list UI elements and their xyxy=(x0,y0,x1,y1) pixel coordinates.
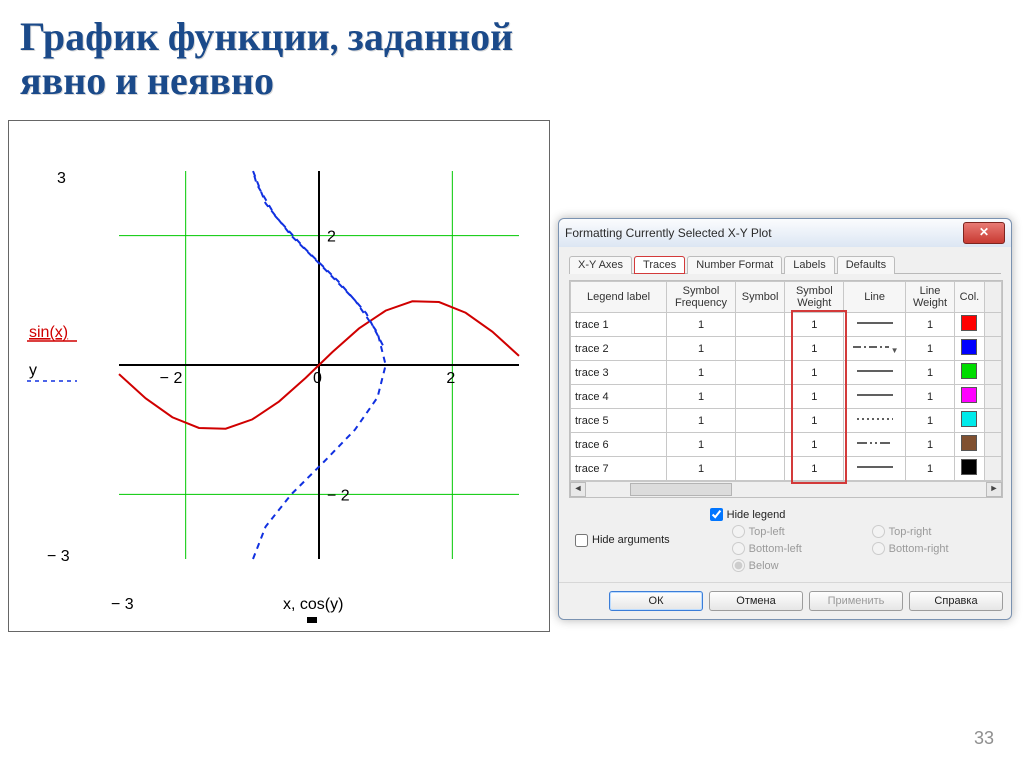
table-row[interactable]: trace 7111 xyxy=(571,457,1002,481)
svg-text:3: 3 xyxy=(57,170,66,187)
cancel-button[interactable]: Отмена xyxy=(709,591,803,611)
ok-button[interactable]: ОК xyxy=(609,591,703,611)
legend-position-radios: Top-left Top-right Bottom-left Bottom-ri… xyxy=(710,525,982,572)
tab-labels[interactable]: Labels xyxy=(784,256,834,274)
page-number: 33 xyxy=(974,728,994,749)
legend-pos-bottom-right[interactable]: Bottom-right xyxy=(872,542,982,555)
svg-text:x, cos(y): x, cos(y) xyxy=(283,596,343,613)
tab-number-format[interactable]: Number Format xyxy=(687,256,782,274)
legend-pos-bottom-left[interactable]: Bottom-left xyxy=(732,542,842,555)
svg-text:sin(x): sin(x) xyxy=(29,324,68,341)
format-plot-dialog: Formatting Currently Selected X-Y Plot ✕… xyxy=(558,218,1012,620)
apply-button[interactable]: Применить xyxy=(809,591,903,611)
hide-arguments-checkbox[interactable]: Hide arguments xyxy=(575,508,670,572)
dialog-button-row: ОК Отмена Применить Справка xyxy=(559,582,1011,619)
svg-text:y: y xyxy=(29,362,37,379)
table-row[interactable]: trace 211▼1 xyxy=(571,337,1002,361)
table-row[interactable]: trace 1111 xyxy=(571,313,1002,337)
help-button[interactable]: Справка xyxy=(909,591,1003,611)
options-row: Hide arguments Hide legend Top-left Top-… xyxy=(569,508,1001,572)
page-title: График функции, заданной явно и неявно xyxy=(20,15,513,103)
table-row[interactable]: trace 3111 xyxy=(571,361,1002,385)
svg-text:2: 2 xyxy=(446,370,455,387)
svg-text:− 2: − 2 xyxy=(327,487,350,504)
dialog-body: X-Y AxesTracesNumber FormatLabelsDefault… xyxy=(559,247,1011,582)
hide-legend-checkbox[interactable]: Hide legend xyxy=(710,508,982,521)
title-line-1: График функции, заданной xyxy=(20,14,513,60)
title-line-2: явно и неявно xyxy=(20,58,274,104)
dialog-titlebar[interactable]: Formatting Currently Selected X-Y Plot ✕ xyxy=(559,219,1011,247)
tab-strip: X-Y AxesTracesNumber FormatLabelsDefault… xyxy=(569,255,1001,274)
svg-text:− 3: − 3 xyxy=(111,596,134,613)
traces-grid[interactable]: Legend labelSymbolFrequencySymbolSymbolW… xyxy=(570,281,1002,481)
table-row[interactable]: trace 5111 xyxy=(571,409,1002,433)
svg-text:− 3: − 3 xyxy=(47,548,70,565)
svg-text:0: 0 xyxy=(313,370,322,387)
legend-pos-below[interactable]: Below xyxy=(732,559,842,572)
tab-traces[interactable]: Traces xyxy=(634,256,685,274)
close-button[interactable]: ✕ xyxy=(963,222,1005,244)
svg-text:2: 2 xyxy=(327,229,336,246)
scroll-left-icon[interactable]: ◄ xyxy=(570,482,586,497)
legend-pos-top-left[interactable]: Top-left xyxy=(732,525,842,538)
table-row[interactable]: trace 4111 xyxy=(571,385,1002,409)
grid-scrollbar[interactable]: ◄ ► xyxy=(570,481,1002,497)
dialog-title-text: Formatting Currently Selected X-Y Plot xyxy=(565,226,772,240)
tab-x-y-axes[interactable]: X-Y Axes xyxy=(569,256,632,274)
close-icon: ✕ xyxy=(979,225,989,239)
plot-region[interactable]: − 2 0 2 − 2 2 sin(x) y 3 − 3 − 3 x, cos(y) xyxy=(8,120,550,632)
legend-pos-top-right[interactable]: Top-right xyxy=(872,525,982,538)
traces-grid-wrap: Legend labelSymbolFrequencySymbolSymbolW… xyxy=(569,280,1001,498)
scroll-right-icon[interactable]: ► xyxy=(986,482,1002,497)
scroll-thumb[interactable] xyxy=(630,483,732,496)
svg-text:− 2: − 2 xyxy=(160,370,183,387)
tab-defaults[interactable]: Defaults xyxy=(837,256,895,274)
table-row[interactable]: trace 6111 xyxy=(571,433,1002,457)
